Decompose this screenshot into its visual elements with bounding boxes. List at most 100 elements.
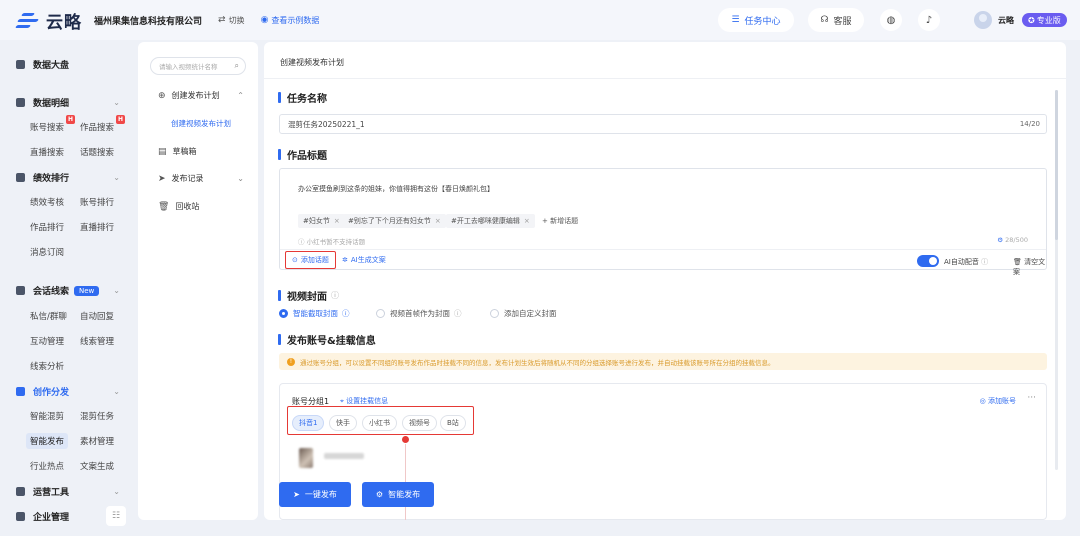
help-icon: ⓘ xyxy=(978,258,989,266)
ai-auto-voice-toggle[interactable] xyxy=(917,255,939,267)
smart-publish-button[interactable]: ⚙ 智能发布 xyxy=(362,482,434,507)
subnav-drafts[interactable]: ▤ 草稿箱 xyxy=(158,146,244,157)
bell-icon[interactable]: ♪ xyxy=(918,9,940,31)
chevron-down-icon: ⌄ xyxy=(113,286,120,295)
hot-badge: H xyxy=(116,115,125,124)
task-center-button[interactable]: ☰ 任务中心 xyxy=(718,8,794,32)
collapse-sidebar-button[interactable]: ☷ xyxy=(106,506,126,526)
sidebar-item-performance[interactable]: 绩效考核 xyxy=(30,196,64,208)
ai-generate-copy-button[interactable]: ✲ AI生成文案 xyxy=(342,255,386,265)
subnav-records[interactable]: ➤ 发布记录 ⌄ xyxy=(158,173,244,184)
sidebar-item-account-rank[interactable]: 账号排行 xyxy=(80,196,114,208)
scrollbar[interactable] xyxy=(1055,90,1058,470)
plan-badge: ✪ 专业版 xyxy=(1022,13,1067,27)
customer-service-button[interactable]: ☊ 客服 xyxy=(808,8,864,32)
cover-option-smart[interactable]: 智能截取封面 ⓘ xyxy=(279,308,350,319)
sidebar-section-creation[interactable]: 创作分发 ⌄ xyxy=(16,385,120,398)
sidebar-section-dashboard[interactable]: 数据大盘 xyxy=(16,58,120,71)
tab-kuaishou[interactable]: 快手 xyxy=(329,415,357,431)
set-mount-info-link[interactable]: ⌖ 设置挂载信息 xyxy=(340,396,388,406)
sidebar-item-account-search[interactable]: 账号搜索 xyxy=(30,121,64,133)
help-icon: ⓘ xyxy=(342,309,350,318)
sidebar-item-hot-topics[interactable]: 行业热点 xyxy=(30,460,64,472)
dashboard-icon xyxy=(16,60,25,69)
close-icon[interactable]: × xyxy=(524,217,530,225)
cover-option-custom[interactable]: 添加自定义封面 xyxy=(490,308,557,319)
ranking-icon xyxy=(16,173,25,182)
swap-icon: ⇄ xyxy=(218,15,226,25)
search-icon: ⌕ xyxy=(234,61,239,70)
sidebar-item-dm[interactable]: 私信/群聊 xyxy=(30,310,67,322)
sidebar-section-ops-tools[interactable]: 运营工具 ⌄ xyxy=(16,485,120,498)
user-name[interactable]: 云略 xyxy=(998,15,1014,26)
chevron-down-icon: ⌄ xyxy=(113,387,120,396)
subnav-create-plan[interactable]: ⊕ 创建发布计划 ⌃ xyxy=(158,90,244,101)
sidebar-section-data-detail[interactable]: 数据明细 ⌄ xyxy=(16,96,120,109)
topic-tag[interactable]: #开工去哪咪健康编辑 × xyxy=(446,214,535,228)
plus-circle-icon: ⊕ xyxy=(158,90,166,101)
platform-tabs: 抖音1 快手 小红书 视频号 B站 xyxy=(287,406,474,435)
sidebar-item-topic-search[interactable]: 话题搜索 xyxy=(80,146,114,158)
sidebar-item-materials[interactable]: 素材管理 xyxy=(80,435,114,447)
task-name-input[interactable]: 混剪任务20250221_1 14/20 xyxy=(279,114,1047,134)
sidebar-item-live-rank[interactable]: 直播排行 xyxy=(80,221,114,233)
sidebar-section-leads[interactable]: 会话线索 New ⌄ xyxy=(16,284,120,297)
sidebar-item-smart-publish[interactable]: 智能发布 xyxy=(26,433,69,449)
char-counter: 14/20 xyxy=(1019,120,1040,128)
gear-icon: ⚙ xyxy=(375,490,384,499)
chevron-down-icon: ⌄ xyxy=(113,98,120,107)
header-divider xyxy=(264,78,1066,79)
video-cover-heading: 视频封面 ⓘ xyxy=(278,288,339,303)
remove-dot-icon[interactable] xyxy=(402,436,409,443)
add-topic-button[interactable]: ⊙ 添加话题 xyxy=(285,251,336,269)
add-account-button[interactable]: ◎ 添加账号 xyxy=(980,396,1016,406)
sidebar-item-smart-edit[interactable]: 智能混剪 xyxy=(30,410,64,422)
title-body-text[interactable]: 办公室摸鱼刷到这条的姐妹，你值得拥有这份【春日焕颜礼包】 xyxy=(298,184,494,194)
avatar[interactable] xyxy=(974,11,992,29)
plan-search-input[interactable]: 请输入视频统计名称 ⌕ xyxy=(150,57,246,75)
chevron-up-icon: ⌃ xyxy=(237,91,244,100)
more-icon[interactable]: ··· xyxy=(1027,393,1036,403)
close-icon[interactable]: × xyxy=(435,217,441,225)
sidebar-item-edit-task[interactable]: 混剪任务 xyxy=(80,410,114,422)
subnav-trash[interactable]: 🗑 回收站 xyxy=(158,201,244,212)
one-click-publish-button[interactable]: ➤ 一键发布 xyxy=(279,482,351,507)
info-icon: ⓘ xyxy=(298,238,307,246)
sidebar-section-enterprise[interactable]: 企业管理 xyxy=(16,510,96,523)
tab-douyin[interactable]: 抖音1 xyxy=(292,415,325,431)
add-topic-inline-link[interactable]: + 新增话题 xyxy=(542,216,578,226)
title-editor[interactable]: 办公室摸鱼刷到这条的姐妹，你值得拥有这份【春日焕颜礼包】 #妇女节 × #别忘了下… xyxy=(279,168,1047,276)
subnav-create-video-plan[interactable]: 创建视频发布计划 xyxy=(171,118,231,129)
chat-bubble-icon xyxy=(16,286,25,295)
sidebar-item-work-rank[interactable]: 作品排行 xyxy=(30,221,64,233)
sidebar-item-lead-analysis[interactable]: 线索分析 xyxy=(30,360,64,372)
tab-xiaohongshu[interactable]: 小红书 xyxy=(362,415,397,431)
cover-option-first-frame[interactable]: 视频首帧作为封面 ⓘ xyxy=(376,308,462,319)
work-title-heading: 作品标题 xyxy=(278,147,327,162)
topic-tag[interactable]: #别忘了下个月还有妇女节 × xyxy=(343,214,446,228)
sidebar-item-work-search[interactable]: 作品搜索 xyxy=(80,121,114,133)
page-title: 创建视频发布计划 xyxy=(280,58,344,67)
switch-company-link[interactable]: ⇄ 切换 xyxy=(218,15,245,26)
tab-bilibili[interactable]: B站 xyxy=(440,415,466,431)
sidebar-item-lead-mgmt[interactable]: 线索管理 xyxy=(80,335,114,347)
close-icon[interactable]: × xyxy=(334,217,340,225)
sidebar: 数据大盘 数据明细 ⌄ 账号搜索 H 作品搜索 H 直播搜索 话题搜索 绩效排行 ⌄… xyxy=(0,40,132,536)
headset-icon: ☊ xyxy=(820,15,829,25)
sidebar-item-interaction[interactable]: 互动管理 xyxy=(30,335,64,347)
sidebar-item-auto-reply[interactable]: 自动回复 xyxy=(80,310,114,322)
sidebar-item-copywriting[interactable]: 文案生成 xyxy=(80,460,114,472)
creation-icon xyxy=(16,387,25,396)
clear-copy-button[interactable]: 🗑 清空文案 xyxy=(1013,257,1046,277)
sidebar-item-subscription[interactable]: 消息订阅 xyxy=(30,246,64,258)
sidebar-item-live-search[interactable]: 直播搜索 xyxy=(30,146,64,158)
hash-icon: ⊙ xyxy=(292,256,298,264)
tab-shipinhao[interactable]: 视频号 xyxy=(402,415,437,431)
sidebar-section-ranking[interactable]: 绩效排行 ⌄ xyxy=(16,171,120,184)
view-demo-data-link[interactable]: ◉ 查看示例数据 xyxy=(261,15,320,26)
company-name: 福州果集信息科技有限公司 xyxy=(94,16,203,27)
account-avatar[interactable] xyxy=(299,448,313,468)
help-icon: ⓘ xyxy=(454,309,462,318)
chat-icon[interactable]: ◍ xyxy=(880,9,902,31)
topic-tag[interactable]: #妇女节 × xyxy=(298,214,345,228)
